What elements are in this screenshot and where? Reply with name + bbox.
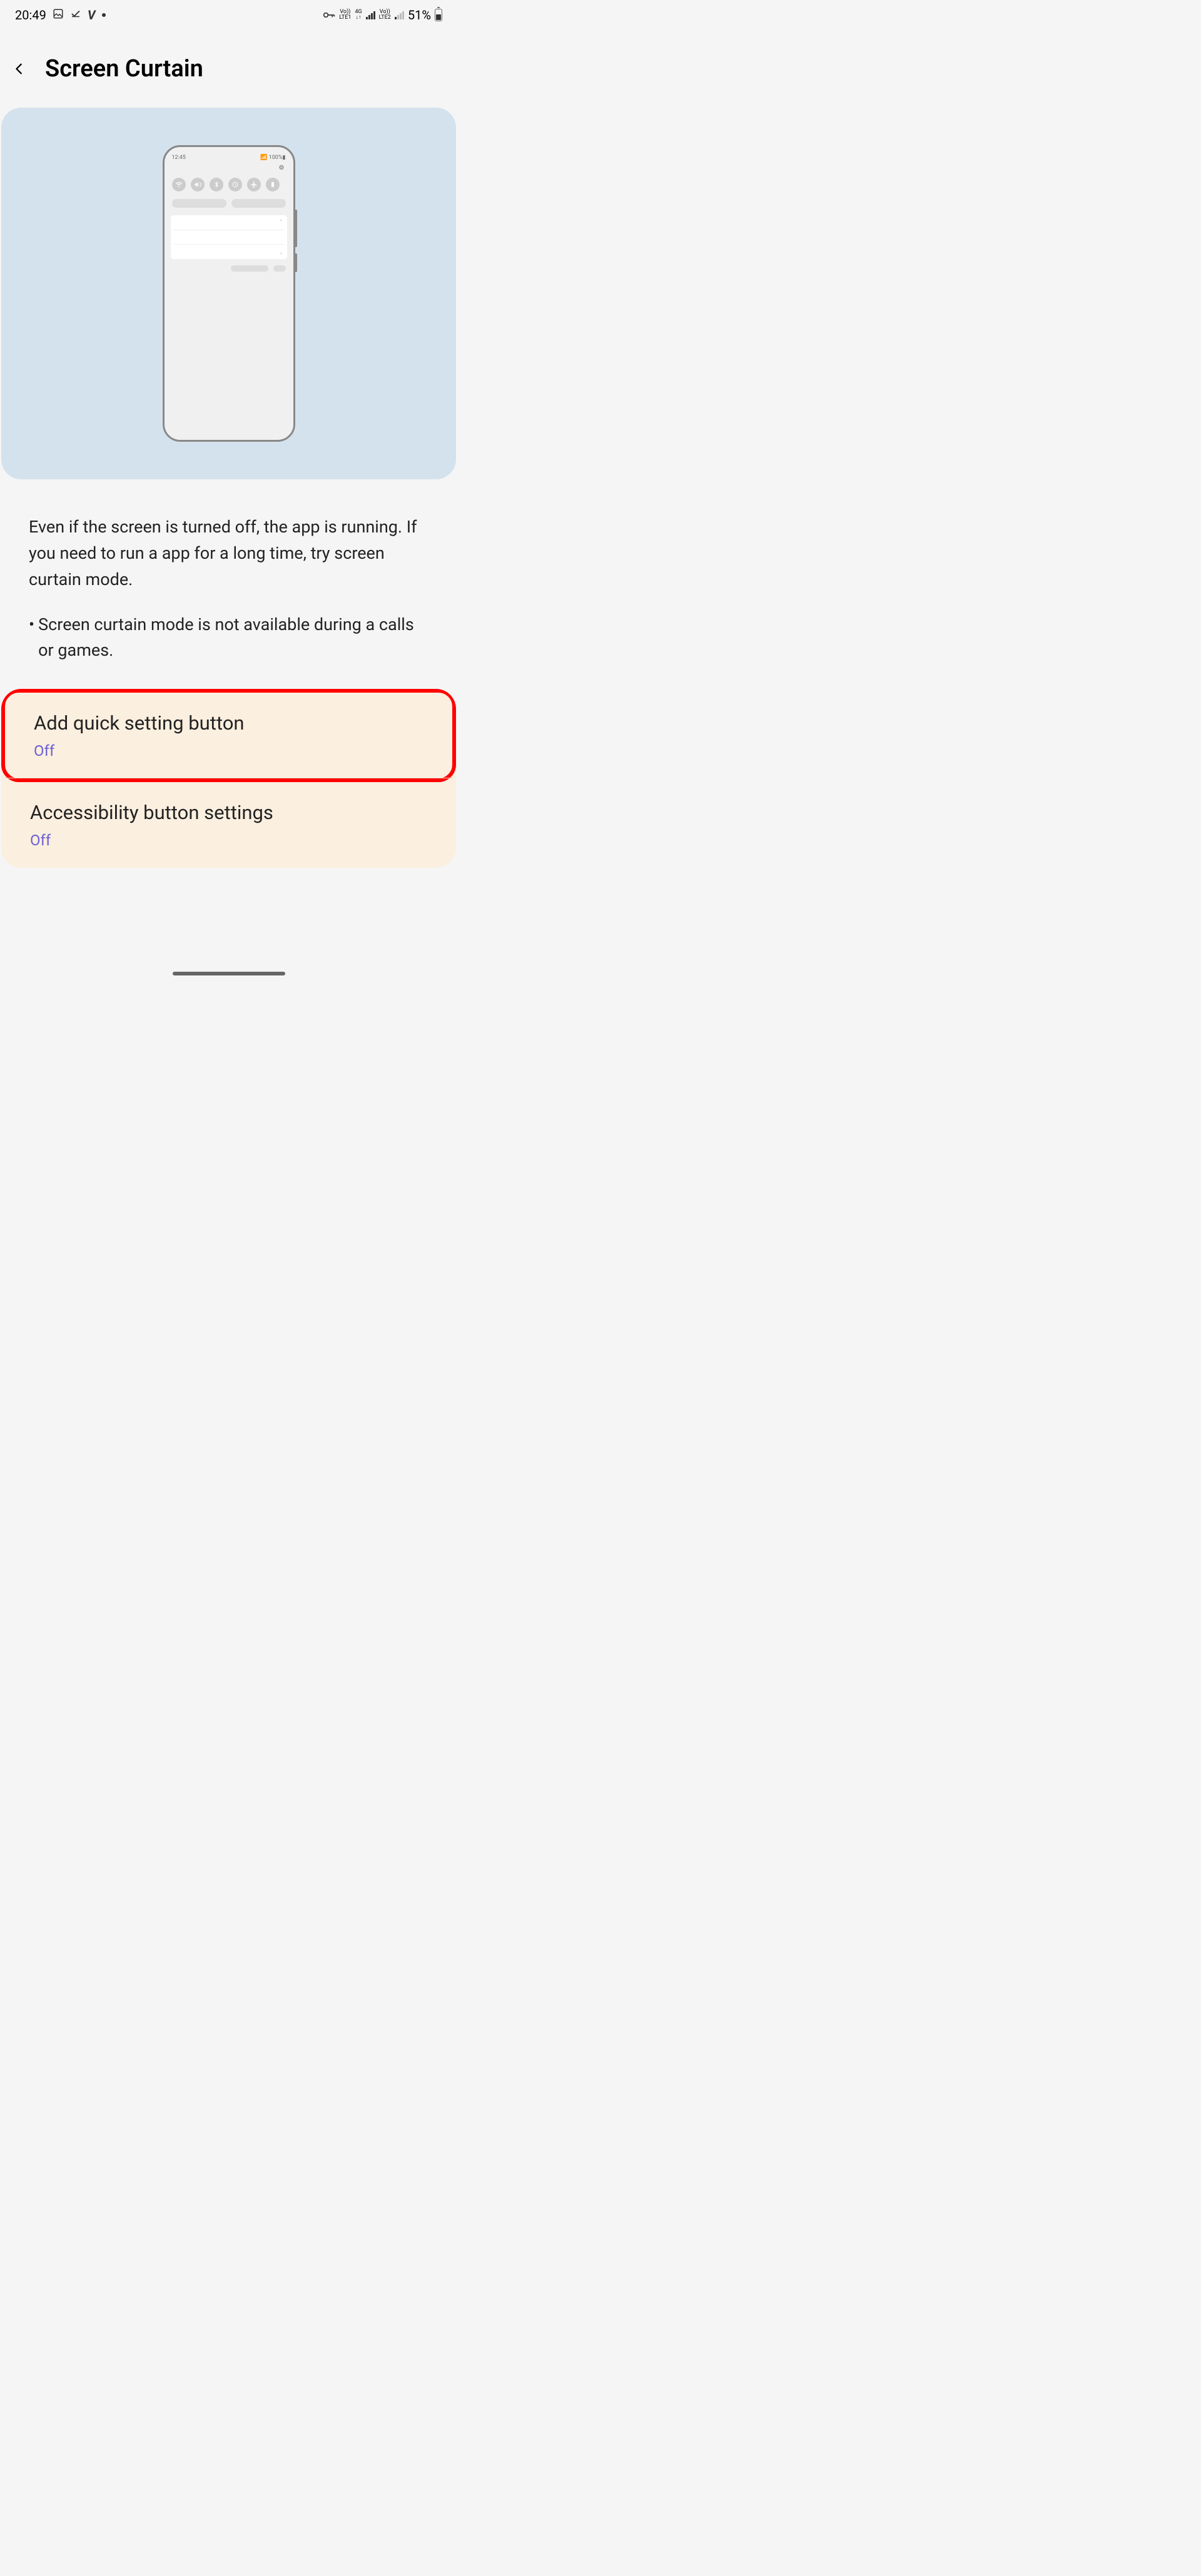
mock-pill bbox=[172, 199, 226, 208]
4g-indicator: 4G↓↑ bbox=[355, 9, 362, 21]
setting-accessibility-button[interactable]: Accessibility button settings Off bbox=[1, 782, 456, 868]
phone-volume-button bbox=[295, 210, 297, 247]
back-button[interactable] bbox=[13, 62, 26, 76]
status-left: 20:49 V bbox=[15, 8, 106, 23]
battery-percent: 51% bbox=[408, 8, 431, 23]
check-icon bbox=[70, 8, 81, 22]
v-icon: V bbox=[88, 8, 96, 23]
mock-gear-icon: ⚙ bbox=[170, 162, 288, 174]
settings-list: Add quick setting button Off Accessibili… bbox=[1, 689, 456, 868]
setting-value: Off bbox=[30, 832, 427, 849]
mock-footer-pill bbox=[231, 265, 268, 272]
phone-mockup: 12:45 📶 100%▮ ⚙ bbox=[163, 145, 295, 442]
mock-bluetooth-icon bbox=[210, 178, 223, 191]
mock-pill bbox=[231, 199, 286, 208]
setting-value: Off bbox=[34, 742, 423, 760]
mock-chevron-icon: ⌄ bbox=[279, 250, 283, 255]
mock-unknown-icon bbox=[266, 178, 280, 191]
vpn-key-icon bbox=[323, 9, 335, 21]
setting-label: Add quick setting button bbox=[34, 711, 423, 735]
mock-battery: 📶 100%▮ bbox=[260, 155, 285, 161]
mock-footer bbox=[170, 263, 288, 274]
mock-wifi-icon bbox=[172, 178, 186, 191]
preview-card: 12:45 📶 100%▮ ⚙ bbox=[1, 108, 456, 479]
page-title: Screen Curtain bbox=[45, 55, 203, 83]
feature-description: Even if the screen is turned off, the ap… bbox=[0, 479, 457, 606]
setting-add-quick-button[interactable]: Add quick setting button Off bbox=[1, 689, 456, 782]
bullet: • bbox=[29, 612, 34, 664]
setting-label: Accessibility button settings bbox=[30, 801, 427, 824]
phone-power-button bbox=[295, 253, 297, 272]
mock-time: 12:45 bbox=[172, 155, 186, 161]
mock-status-bar: 12:45 📶 100%▮ bbox=[170, 153, 288, 162]
navigation-handle[interactable] bbox=[173, 972, 285, 975]
status-bar: 20:49 V Vo))LTE1 4G↓↑ Vo))LTE2 51% bbox=[0, 0, 457, 30]
signal-bars-2-icon bbox=[395, 11, 404, 19]
status-right: Vo))LTE1 4G↓↑ Vo))LTE2 51% bbox=[323, 8, 442, 23]
mock-sound-icon bbox=[191, 178, 205, 191]
dot-icon bbox=[102, 13, 106, 17]
signal-bars-1-icon bbox=[366, 11, 375, 19]
mock-rotate-icon bbox=[228, 178, 242, 191]
gallery-icon bbox=[53, 8, 64, 22]
mock-quick-toggles bbox=[170, 174, 288, 195]
page-header: Screen Curtain bbox=[0, 30, 457, 108]
mock-notification: ⌃ ⌄ bbox=[171, 215, 287, 259]
status-time: 20:49 bbox=[15, 8, 46, 23]
mock-sliders bbox=[170, 195, 288, 211]
mock-chevron-icon: ⌃ bbox=[279, 219, 283, 225]
mock-airplane-icon bbox=[247, 178, 261, 191]
battery-icon bbox=[435, 9, 442, 21]
lte2-indicator: Vo))LTE2 bbox=[379, 9, 391, 21]
note-text: Screen curtain mode is not available dur… bbox=[38, 612, 428, 664]
feature-note: • Screen curtain mode is not available d… bbox=[0, 606, 457, 690]
lte1-indicator: Vo))LTE1 bbox=[339, 9, 351, 21]
mock-footer-pill bbox=[273, 265, 286, 272]
